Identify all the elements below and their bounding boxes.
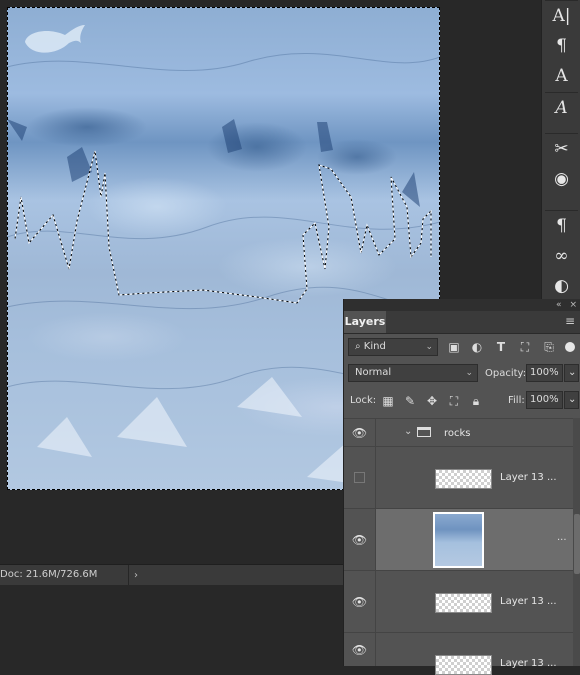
chevron-down-icon: ⌄: [425, 342, 433, 352]
layer-filter-row: ⌕ Kind ⌄ ▣ ◐ T ⛶ ⎘: [344, 338, 580, 360]
lock-row: Lock: ▦ ✎ ✥ ⛶ 🔒︎ Fill: 100% ⌄: [344, 391, 580, 413]
layer-group-rocks[interactable]: 👁︎ ⌄ rocks: [344, 418, 573, 446]
more-indicator: ...: [557, 532, 567, 543]
adjustments-icon[interactable]: ◐: [545, 271, 578, 301]
layers-panel: « × Layers ≡ ⌕ Kind ⌄ ▣ ◐ T ⛶ ⎘ Normal ⌄…: [343, 299, 580, 675]
panel-tabs: Layers ≡: [344, 311, 580, 334]
panel-icon-strip: A| ¶ A 𝐴 ✂ ◉ ¶ ∞ ◐: [541, 0, 580, 301]
panel-header-bar: « ×: [344, 299, 580, 311]
search-icon: ⌕: [355, 341, 364, 352]
opacity-input[interactable]: 100%: [526, 364, 563, 382]
kind-filter-label: Kind: [363, 341, 386, 352]
close-panel-icon[interactable]: ×: [569, 300, 577, 310]
transparent-layer-thumbnail: [435, 593, 492, 613]
filter-toggle-icon[interactable]: [565, 342, 575, 352]
type-filter-icon[interactable]: T: [492, 338, 510, 356]
transparent-layer-thumbnail: [435, 655, 492, 675]
image-filter-icon[interactable]: ▣: [445, 338, 463, 356]
chevron-down-icon: ⌄: [568, 367, 577, 378]
layer-name: Layer 13 ...: [500, 658, 557, 669]
lock-label: Lock:: [350, 395, 377, 406]
character-panel-icon[interactable]: A|: [545, 1, 578, 31]
adjustment-filter-icon[interactable]: ◐: [468, 338, 486, 356]
fill-label: Fill:: [508, 395, 525, 406]
blend-mode-select[interactable]: Normal ⌄: [348, 364, 478, 382]
blend-mode-value: Normal: [355, 367, 392, 378]
tool-group-presets: ✂ ◉: [545, 133, 578, 194]
tool-group-type: A| ¶ A: [545, 0, 578, 91]
shape-filter-icon[interactable]: ⛶: [516, 338, 534, 356]
opacity-label: Opacity:: [485, 368, 527, 379]
character-styles-icon[interactable]: A: [545, 61, 578, 91]
status-menu-arrow[interactable]: ›: [129, 570, 143, 581]
lock-all-icon[interactable]: 🔒︎: [467, 392, 485, 410]
chevron-down-icon: ⌄: [568, 394, 577, 405]
lock-artboard-icon[interactable]: ⛶: [445, 392, 463, 410]
smart-object-filter-icon[interactable]: ⎘: [540, 338, 558, 356]
layer-row-selected[interactable]: 👁︎ ...: [344, 508, 573, 570]
status-bar: Doc: 21.6M/726.6M ›: [0, 564, 343, 586]
tool-group-misc: ¶ ∞ ◐: [545, 210, 578, 301]
lock-transparent-pixels-icon[interactable]: ▦: [379, 392, 397, 410]
folder-icon: [417, 427, 431, 437]
eye-icon[interactable]: 👁︎: [344, 509, 376, 570]
chevron-down-icon[interactable]: ⌄: [404, 426, 412, 437]
layer-name: Layer 13 ...: [500, 472, 557, 483]
paragraph-styles-icon[interactable]: ¶: [545, 31, 578, 61]
blend-row: Normal ⌄ Opacity: 100% ⌄: [344, 364, 580, 386]
layer-name: rocks: [444, 428, 471, 439]
doc-size-readout: Doc: 21.6M/726.6M: [0, 565, 129, 585]
paragraph-icon[interactable]: ¶: [545, 211, 578, 241]
layer-name: Layer 13 ...: [500, 596, 557, 607]
layer-row[interactable]: 👁︎ Layer 13 ...: [344, 570, 573, 632]
swatches-icon[interactable]: ◉: [545, 164, 578, 194]
lock-position-icon[interactable]: ✥: [423, 392, 441, 410]
collapse-panel-icon[interactable]: «: [556, 300, 562, 310]
eye-icon[interactable]: 👁︎: [344, 419, 376, 446]
layer-row[interactable]: 👁︎ Layer 13 ...: [344, 632, 573, 675]
ice-layer-thumbnail: [433, 512, 484, 568]
glyphs-icon[interactable]: 𝐴: [545, 93, 578, 123]
transparent-layer-thumbnail: [435, 469, 492, 489]
visibility-off-box[interactable]: [344, 447, 376, 508]
tab-layers[interactable]: Layers: [344, 311, 386, 333]
opacity-dropdown[interactable]: ⌄: [564, 364, 579, 382]
panel-menu-icon[interactable]: ≡: [565, 315, 575, 327]
empty-workspace: [0, 585, 343, 666]
tool-presets-icon[interactable]: ✂: [545, 134, 578, 164]
lock-image-pixels-icon[interactable]: ✎: [401, 392, 419, 410]
fill-input[interactable]: 100%: [526, 391, 563, 409]
eye-icon[interactable]: 👁︎: [344, 571, 376, 632]
libraries-icon[interactable]: ∞: [545, 241, 578, 271]
fill-dropdown[interactable]: ⌄: [564, 391, 579, 409]
chevron-down-icon: ⌄: [465, 368, 473, 378]
scrollbar-thumb[interactable]: [574, 514, 580, 574]
eye-icon[interactable]: 👁︎: [344, 633, 376, 666]
layers-scrollbar[interactable]: [573, 418, 580, 666]
layer-row[interactable]: Layer 13 ...: [344, 446, 573, 508]
kind-filter-select[interactable]: ⌕ Kind ⌄: [348, 338, 438, 356]
tool-group-glyphs: 𝐴: [545, 92, 578, 123]
